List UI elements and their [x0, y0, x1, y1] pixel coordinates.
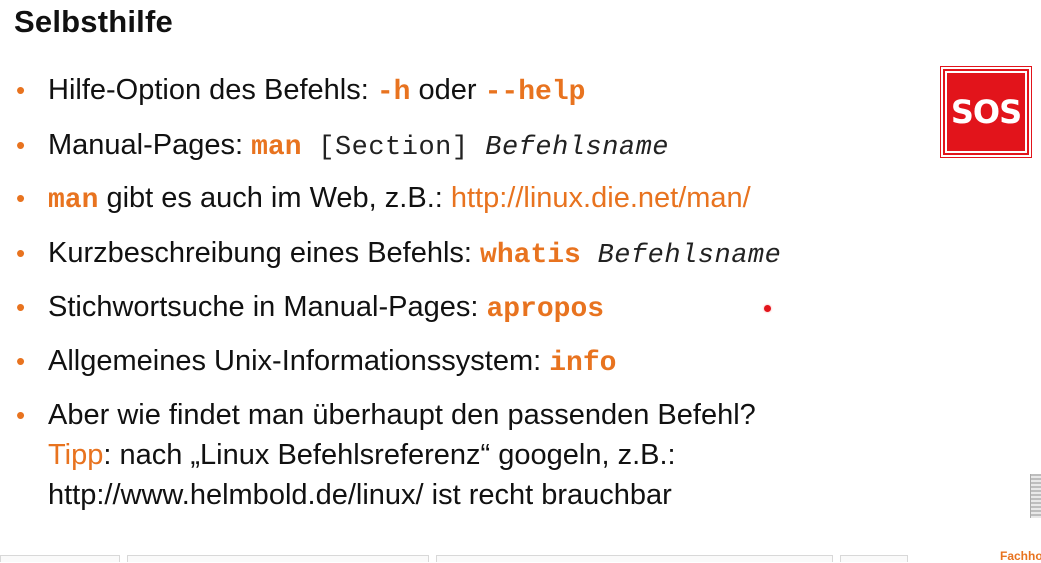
bottom-bar — [0, 553, 1041, 562]
arg-befehlsname: Befehlsname — [580, 241, 782, 271]
item-text: Hilfe-Option des Befehls: — [48, 74, 377, 106]
arg-section: [Section] — [301, 133, 486, 163]
bullet-dot: • — [16, 130, 26, 160]
code-help: --help — [484, 77, 586, 108]
code-man: man — [48, 185, 99, 216]
code-whatis: whatis — [480, 240, 581, 271]
code-h: -h — [376, 77, 411, 108]
item-text: Manual-Pages: — [48, 129, 252, 161]
web-link[interactable]: http://linux.die.net/man/ — [451, 182, 751, 214]
sos-logo: SOS — [940, 66, 1032, 158]
arg-befehlsname: Befehlsname — [485, 133, 670, 163]
code-apropos: apropos — [486, 294, 605, 325]
item-text: http://www.helmbold.de/linux/ ist recht … — [48, 479, 672, 511]
bullet-dot: • — [16, 400, 26, 430]
slide-title: Selbsthilfe — [14, 4, 173, 39]
scrollbar-handle[interactable] — [1030, 474, 1041, 518]
bullet-dot: • — [16, 292, 26, 322]
sos-label: SOS — [945, 71, 1027, 153]
laser-pointer-dot — [764, 305, 771, 312]
item-text: Aber wie findet man überhaupt den passen… — [48, 399, 756, 431]
tipp-label: Tipp — [48, 439, 104, 471]
item-text: Kurzbeschreibung eines Befehls: — [48, 237, 481, 269]
item-text: Allgemeines Unix-Informationssystem: — [48, 345, 550, 377]
bullet-dot: • — [16, 238, 26, 268]
item-text: oder — [410, 74, 485, 106]
code-man: man — [251, 132, 302, 163]
bullet-dot: • — [16, 183, 26, 213]
bullet-dot: • — [16, 75, 26, 105]
code-info: info — [549, 348, 617, 379]
item-text: Stichwortsuche in Manual-Pages: — [48, 291, 487, 323]
item-text: gibt es auch im Web, z.B.: — [98, 182, 451, 214]
item-text: : nach „Linux Befehlsreferenz“ googeln, … — [103, 439, 676, 471]
bullet-dot: • — [16, 346, 26, 376]
